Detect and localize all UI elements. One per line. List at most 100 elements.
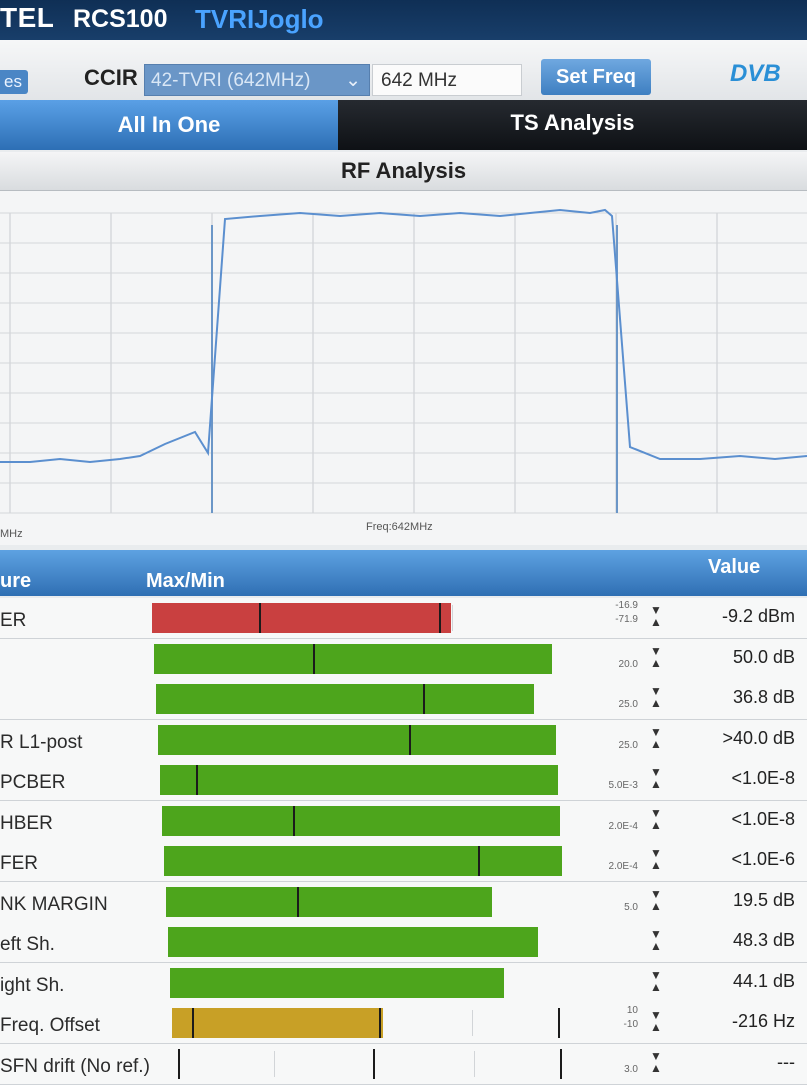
level-bar-fill bbox=[154, 643, 552, 674]
measurement-row[interactable]: eft Sh. ▼ ▲ 48.3 dB bbox=[0, 922, 807, 963]
measurement-value: 48.3 dB bbox=[732, 930, 795, 950]
threshold-adjust-icon[interactable]: ▼ ▲ bbox=[648, 888, 664, 912]
threshold-adjust-icon[interactable]: ▼ ▲ bbox=[648, 685, 664, 709]
threshold-adjust-icon[interactable]: ▼ ▲ bbox=[648, 847, 664, 871]
dvb-logo: DVB bbox=[730, 60, 781, 87]
spectrum-trace bbox=[0, 208, 807, 464]
threshold-adjust-icon[interactable]: ▼ ▲ bbox=[648, 1009, 664, 1033]
level-bar-track bbox=[170, 967, 570, 998]
measurement-row[interactable]: FER 2.0E-4 ▼ ▲ <1.0E-6 bbox=[0, 841, 807, 882]
measurement-value: -216 Hz bbox=[731, 1011, 795, 1031]
measurement-row[interactable]: SFN drift (No ref.) 3.0 ▼ ▲ --- bbox=[0, 1043, 807, 1085]
measurement-label: ER bbox=[0, 610, 27, 631]
bar-scale-tick bbox=[452, 605, 453, 631]
measurement-value: --- bbox=[777, 1051, 795, 1072]
measurement-row[interactable]: HBER 2.0E-4 ▼ ▲ <1.0E-8 bbox=[0, 800, 807, 842]
threshold-value: 25.0 bbox=[618, 699, 638, 710]
model-name: RCS100 bbox=[73, 5, 168, 33]
measurement-value: 44.1 dB bbox=[732, 970, 795, 991]
left-toolbar-button[interactable]: es bbox=[0, 70, 28, 94]
level-bar-fill bbox=[166, 886, 493, 917]
threshold-marker bbox=[408, 724, 411, 755]
level-bar-track bbox=[174, 1048, 574, 1079]
threshold-adjust-icon[interactable]: ▼ ▲ bbox=[648, 928, 664, 952]
set-freq-button[interactable]: Set Freq bbox=[541, 59, 651, 95]
toolbar: es CCIR 42-TVRI (642MHz) ⌄ 642 MHz Set F… bbox=[0, 40, 807, 101]
maxmin-column-header: Max/Min bbox=[146, 570, 225, 592]
threshold-adjust-icon[interactable]: ▼ ▲ bbox=[648, 726, 664, 750]
threshold-marker bbox=[191, 1008, 194, 1038]
level-bar-track bbox=[154, 643, 554, 674]
tab-all-in-one[interactable]: All In One bbox=[0, 100, 338, 150]
threshold-marker bbox=[259, 603, 262, 633]
level-bar-track bbox=[166, 886, 566, 917]
measurement-value: <1.0E-6 bbox=[731, 849, 795, 869]
level-bar-track bbox=[160, 765, 560, 795]
threshold-marker bbox=[558, 1008, 561, 1038]
threshold-adjust-icon[interactable]: ▼ ▲ bbox=[648, 1050, 664, 1074]
threshold-value: 3.0 bbox=[624, 1063, 638, 1075]
threshold-marker bbox=[313, 643, 316, 674]
threshold-adjust-icon[interactable]: ▼ ▲ bbox=[648, 645, 664, 669]
measurement-row[interactable]: ight Sh. ▼ ▲ 44.1 dB bbox=[0, 962, 807, 1004]
level-bar-fill bbox=[156, 684, 535, 714]
chevron-down-icon: ⌄ bbox=[345, 70, 361, 91]
measurement-row[interactable]: 25.0 ▼ ▲ 36.8 dB bbox=[0, 679, 807, 720]
measurement-label: ight Sh. bbox=[0, 974, 65, 996]
channel-select[interactable]: 42-TVRI (642MHz) ⌄ bbox=[144, 64, 370, 96]
measurement-value: 19.5 dB bbox=[732, 889, 795, 910]
measurement-row[interactable]: R L1-post 25.0 ▼ ▲ >40.0 dB bbox=[0, 719, 807, 761]
measurement-row[interactable]: PCBER 5.0E-3 ▼ ▲ <1.0E-8 bbox=[0, 760, 807, 801]
level-bar-track bbox=[152, 603, 552, 633]
threshold-marker bbox=[297, 886, 300, 917]
threshold-marker bbox=[378, 1008, 381, 1038]
level-bar-track bbox=[168, 927, 568, 957]
threshold-marker bbox=[438, 603, 441, 633]
level-bar-fill bbox=[158, 724, 556, 755]
measurement-value: 36.8 dB bbox=[732, 687, 795, 707]
threshold-marker bbox=[373, 1048, 375, 1079]
measurement-row[interactable]: NK MARGIN 5.0 ▼ ▲ 19.5 dB bbox=[0, 881, 807, 923]
measure-column-header: ure bbox=[0, 570, 32, 592]
rf-analysis-title: RF Analysis bbox=[0, 152, 807, 191]
measurement-label: PCBER bbox=[0, 772, 66, 793]
threshold-adjust-icon[interactable]: ▼ ▲ bbox=[648, 604, 664, 628]
station-name: TVRIJoglo bbox=[195, 4, 324, 34]
bar-scale-tick bbox=[472, 1010, 473, 1036]
threshold-value-min: -71.9 bbox=[615, 614, 638, 625]
level-bar-track bbox=[156, 684, 556, 714]
level-bar-fill bbox=[162, 805, 560, 836]
threshold-adjust-icon[interactable]: ▼ ▲ bbox=[648, 807, 664, 831]
measurement-label: eft Sh. bbox=[0, 934, 55, 955]
measurement-row[interactable]: Freq. Offset 10 -10 ▼ ▲ -216 Hz bbox=[0, 1003, 807, 1044]
measurement-row[interactable]: ER -16.9 -71.9 ▼ ▲ -9.2 dBm bbox=[0, 598, 807, 639]
bar-scale-tick bbox=[274, 1050, 275, 1077]
measurement-value: -9.2 dBm bbox=[721, 606, 795, 626]
threshold-value: 2.0E-4 bbox=[608, 820, 638, 832]
level-bar-track bbox=[172, 1008, 572, 1038]
center-freq-label: Freq:642MHz bbox=[366, 521, 433, 533]
level-bar-fill bbox=[160, 765, 558, 795]
frequency-input[interactable]: 642 MHz bbox=[372, 64, 522, 96]
spectrum-plot bbox=[0, 208, 807, 514]
threshold-marker bbox=[293, 805, 296, 836]
threshold-adjust-icon[interactable]: ▼ ▲ bbox=[648, 969, 664, 993]
threshold-value-min: -10 bbox=[623, 1019, 638, 1030]
measurement-value: >40.0 dB bbox=[722, 727, 795, 748]
level-bar-track bbox=[164, 846, 564, 876]
tab-ts-analysis[interactable]: TS Analysis bbox=[338, 100, 807, 150]
measurement-value: <1.0E-8 bbox=[731, 768, 795, 788]
threshold-value: 25.0 bbox=[618, 739, 638, 751]
measurement-label: NK MARGIN bbox=[0, 893, 108, 915]
measurement-label: HBER bbox=[0, 812, 53, 834]
threshold-adjust-icon[interactable]: ▼ ▲ bbox=[648, 766, 664, 790]
measurement-row[interactable]: 20.0 ▼ ▲ 50.0 dB bbox=[0, 638, 807, 680]
threshold-marker bbox=[478, 846, 481, 876]
measurement-label: Freq. Offset bbox=[0, 1015, 100, 1036]
measurement-value: <1.0E-8 bbox=[731, 808, 795, 829]
tab-bar: All In One TS Analysis bbox=[0, 100, 807, 150]
level-bar-fill bbox=[170, 967, 505, 998]
threshold-marker bbox=[560, 1048, 563, 1079]
measurement-table-header: ure Max/Min Value bbox=[0, 550, 807, 596]
level-bar-fill bbox=[164, 846, 562, 876]
